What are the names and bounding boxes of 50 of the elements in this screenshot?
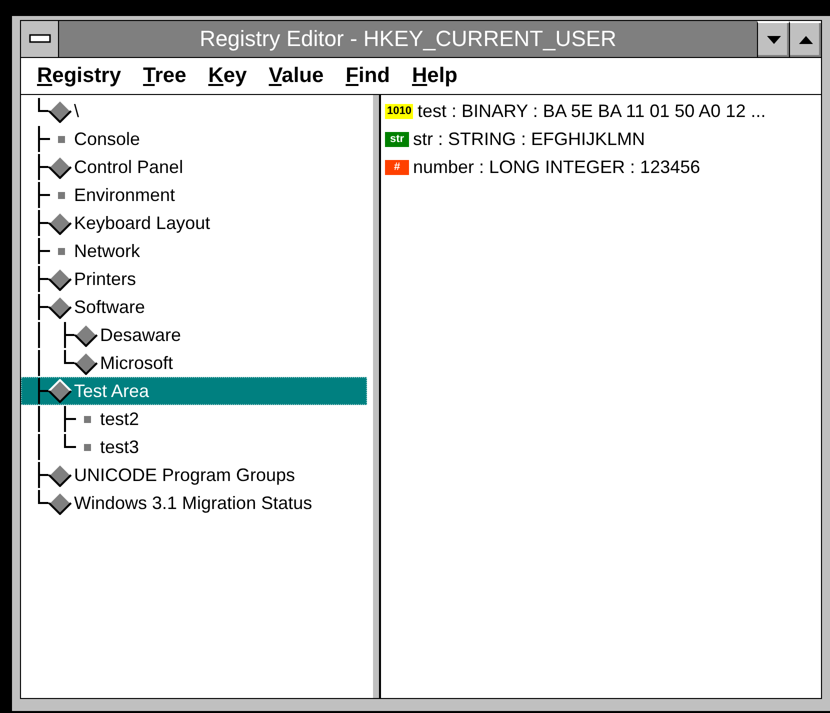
registry-key-node[interactable]: test2 bbox=[21, 405, 367, 433]
registry-key-node[interactable]: UNICODE Program Groups bbox=[21, 461, 367, 489]
dash-icon bbox=[28, 34, 50, 44]
diamond-icon bbox=[48, 295, 72, 319]
registry-key-node[interactable]: Software bbox=[21, 293, 367, 321]
registry-key-node[interactable]: Test Area bbox=[21, 377, 367, 405]
pane-splitter[interactable] bbox=[371, 95, 381, 698]
diamond-icon bbox=[48, 463, 72, 487]
maximize-button[interactable] bbox=[789, 21, 821, 57]
square-icon bbox=[58, 248, 64, 254]
registry-key-node[interactable]: Printers bbox=[21, 265, 367, 293]
registry-key-node[interactable]: Control Panel bbox=[21, 153, 367, 181]
minimize-button[interactable] bbox=[757, 21, 789, 57]
registry-key-node[interactable]: test3 bbox=[21, 433, 367, 461]
value-type-badge: str bbox=[385, 132, 409, 146]
diamond-icon bbox=[74, 351, 98, 375]
up-triangle-icon bbox=[798, 36, 812, 44]
square-icon bbox=[84, 416, 90, 422]
registry-key-node[interactable]: Windows 3.1 Migration Status bbox=[21, 489, 367, 517]
menu-item[interactable]: Tree bbox=[143, 64, 186, 88]
diamond-icon bbox=[48, 155, 72, 179]
menu-item[interactable]: Key bbox=[208, 64, 247, 88]
down-triangle-icon bbox=[766, 36, 780, 44]
diamond-icon bbox=[74, 323, 98, 347]
registry-key-node[interactable]: \ bbox=[21, 97, 367, 125]
registry-key-node[interactable]: Environment bbox=[21, 181, 367, 209]
registry-key-node[interactable]: Desaware bbox=[21, 321, 367, 349]
value-type-badge: 1010 bbox=[385, 104, 414, 118]
diamond-icon bbox=[48, 491, 72, 515]
square-icon bbox=[84, 444, 90, 450]
diamond-icon bbox=[48, 211, 72, 235]
diamond-icon bbox=[48, 99, 72, 123]
diamond-icon bbox=[48, 267, 72, 291]
registry-key-node[interactable]: Console bbox=[21, 125, 367, 153]
menu-item[interactable]: Help bbox=[412, 64, 458, 88]
value-entry[interactable]: number : LONG INTEGER : 123456 bbox=[413, 156, 700, 178]
menu-item[interactable]: Registry bbox=[37, 64, 122, 88]
square-icon bbox=[58, 192, 64, 198]
value-type-badge: # bbox=[385, 160, 409, 174]
system-menu-button[interactable] bbox=[21, 21, 59, 57]
registry-key-node[interactable]: Keyboard Layout bbox=[21, 209, 367, 237]
value-entry[interactable]: str : STRING : EFGHIJKLMN bbox=[413, 128, 646, 150]
registry-key-node[interactable]: Network bbox=[21, 237, 367, 265]
window-title: Registry Editor - HKEY_CURRENT_USER bbox=[198, 25, 618, 53]
value-entry[interactable]: test : BINARY : BA 5E BA 11 01 50 A0 12 ... bbox=[417, 100, 766, 122]
square-icon bbox=[58, 136, 64, 142]
menu-item[interactable]: Find bbox=[346, 64, 390, 88]
menu-item[interactable]: Value bbox=[268, 64, 324, 88]
registry-key-node[interactable]: Microsoft bbox=[21, 349, 367, 377]
diamond-icon bbox=[48, 379, 72, 403]
